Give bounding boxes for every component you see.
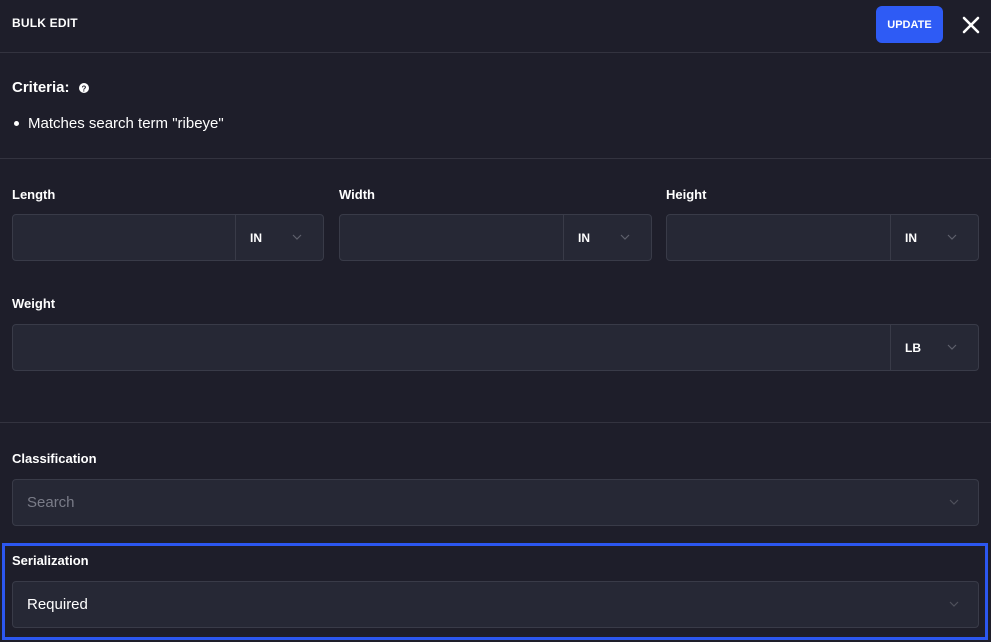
weight-field: LB: [12, 324, 979, 371]
height-unit-select[interactable]: IN: [890, 215, 978, 260]
criteria-item: Matches search term "ribeye": [12, 115, 224, 132]
width-input[interactable]: [340, 215, 564, 260]
chevron-down-icon: [947, 344, 957, 350]
bullet-icon: [14, 121, 19, 126]
serialization-value: Required: [27, 596, 88, 613]
weight-input[interactable]: [13, 325, 891, 370]
length-field: IN: [12, 214, 324, 261]
header: BULK EDIT UPDATE: [0, 0, 991, 53]
chevron-down-icon: [292, 234, 302, 240]
classification-label: Classification: [12, 451, 97, 466]
close-icon: [962, 16, 980, 34]
chevron-down-icon: [949, 601, 959, 607]
length-unit-value: IN: [250, 231, 262, 245]
criteria-title: Criteria:: [12, 79, 70, 96]
criteria-list: Matches search term "ribeye": [12, 115, 224, 132]
criteria-item-text: Matches search term "ribeye": [28, 115, 224, 132]
chevron-down-icon: [620, 234, 630, 240]
width-unit-value: IN: [578, 231, 590, 245]
chevron-down-icon: [949, 499, 959, 505]
serialization-label: Serialization: [12, 553, 89, 568]
chevron-down-icon: [947, 234, 957, 240]
close-button[interactable]: [958, 12, 984, 38]
update-button[interactable]: UPDATE: [876, 6, 943, 43]
width-unit-select[interactable]: IN: [563, 215, 651, 260]
svg-text:?: ?: [82, 84, 87, 93]
length-label: Length: [12, 187, 56, 202]
help-icon[interactable]: ?: [79, 83, 89, 93]
height-unit-value: IN: [905, 231, 917, 245]
weight-unit-value: LB: [905, 341, 921, 355]
weight-unit-select[interactable]: LB: [890, 325, 978, 370]
height-label: Height: [666, 187, 707, 202]
weight-label: Weight: [12, 296, 56, 311]
bulk-edit-panel: BULK EDIT UPDATE Criteria: ? Matches sea…: [0, 0, 991, 642]
height-field: IN: [666, 214, 979, 261]
length-unit-select[interactable]: IN: [235, 215, 323, 260]
width-label: Width: [339, 187, 375, 202]
criteria-section: Criteria: ? Matches search term "ribeye": [0, 53, 991, 159]
height-input[interactable]: [667, 215, 891, 260]
serialization-select[interactable]: Required: [12, 581, 979, 628]
classification-select[interactable]: Search: [12, 479, 979, 526]
classification-placeholder: Search: [27, 494, 75, 511]
page-title: BULK EDIT: [12, 16, 78, 30]
width-field: IN: [339, 214, 652, 261]
section-divider: [0, 422, 991, 423]
length-input[interactable]: [13, 215, 237, 260]
